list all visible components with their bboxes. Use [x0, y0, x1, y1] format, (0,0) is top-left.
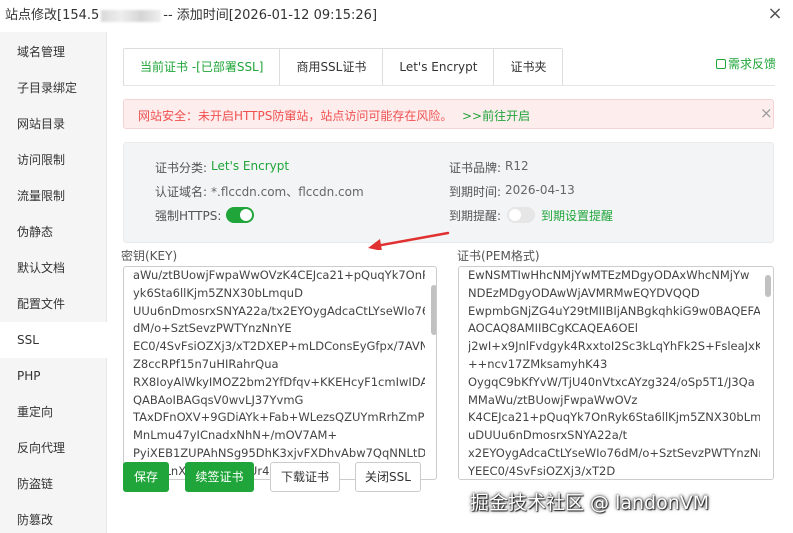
window-title-suffix: -- 添加时间[2026-01-12 09:15:26]	[163, 8, 378, 23]
sidebar-item-site-dir[interactable]: 网站目录	[0, 106, 107, 142]
toggle-knob	[509, 209, 521, 221]
security-alert: 网站安全：未开启HTTPS防窜站，站点访问可能存在风险。 >>前往开启 ×	[123, 99, 774, 129]
pem-text-line: EwpmbGNjZG4uY29tMIIBIjANBgkqhkiG9w0BAQEF…	[468, 303, 760, 318]
pem-text-line: NDEzMDgyODAwWjAVMRMwEQYDVQQD	[468, 285, 700, 300]
pem-text-line: x2EYOygAdcaCtLYseWIo76dM/o+SztSevzPWTYnz…	[468, 445, 760, 460]
key-text-line: dM/o+SztSevzPWTYnzNnYE	[133, 321, 292, 336]
key-text-line: UUu6nDmosrxSNYA22a/tx2EYOygAdcaCtLYseWIo…	[133, 303, 425, 318]
close-ssl-button[interactable]: 关闭SSL	[355, 462, 421, 492]
pem-text-line: OygqC9bKfYvW/TjU40nVtxcAYzg324/oSp5T1/J3…	[468, 374, 755, 389]
cert-category-value: Let's Encrypt	[211, 159, 290, 173]
sidebar-item-access-limit[interactable]: 访问限制	[0, 142, 107, 178]
sidebar-item-default-doc[interactable]: 默认文档	[0, 250, 107, 286]
key-text-line: EC0/4SvFsiOZXj3/xT2DXEP+mLDConsEyGfpx/7A…	[133, 339, 425, 354]
key-text-line: Z8ccRPf15n7uHIRahrQua	[133, 356, 279, 371]
key-scrollbar[interactable]	[431, 285, 436, 335]
key-label: 密钥(KEY)	[121, 249, 178, 263]
pem-text: EwNSMTIwHhcNMjYwMTEzMDgyODAxWhcNMjYw NDEz…	[468, 267, 760, 479]
sidebar-item-subdir[interactable]: 子目录绑定	[0, 70, 107, 106]
feedback-link[interactable]: 需求反馈	[716, 55, 776, 72]
key-textarea[interactable]: aWu/ztBUowjFwpaWwOVzK4CEJca21+pQuqYk7OnR…	[123, 266, 437, 480]
alert-text: 网站安全：未开启HTTPS防窜站，站点访问可能存在风险。	[138, 109, 453, 123]
tab-commercial-ssl[interactable]: 商用SSL证书	[280, 49, 384, 85]
window-title-prefix: 站点修改[154.5	[5, 8, 100, 23]
sidebar-item-reverse-proxy[interactable]: 反向代理	[0, 430, 107, 466]
redacted-ip	[101, 9, 162, 22]
watermark: 掘金技术社区 @ landonVM	[470, 492, 710, 514]
site-settings-window: 站点修改[154.5 -- 添加时间[2026-01-12 09:15:26] ×…	[0, 0, 793, 533]
tab-current-cert[interactable]: 当前证书 -[已部署SSL]	[124, 49, 281, 85]
cert-info-panel: 证书分类: Let's Encrypt 证书品牌: R12 认证域名: *.fl…	[123, 142, 774, 243]
renew-cert-button[interactable]: 续签证书	[185, 462, 254, 492]
cert-expiry-label: 到期时间:	[449, 185, 502, 199]
key-text-line: MnLmu47yICnadxNhN+/mOV7AM+	[133, 428, 338, 443]
sidebar-item-ssl[interactable]: SSL	[0, 322, 108, 358]
toggle-knob	[240, 209, 252, 221]
expiry-remind-link[interactable]: 到期设置提醒	[541, 207, 613, 224]
tab-cert-folder[interactable]: 证书夹	[494, 49, 563, 85]
sidebar-item-php[interactable]: PHP	[0, 358, 107, 394]
expiry-remind-label: 到期提醒:	[449, 209, 502, 223]
settings-sidebar: 域名管理 子目录绑定 网站目录 访问限制 流量限制 伪静态 默认文档 配置文件 …	[0, 32, 108, 533]
pem-scrollbar[interactable]	[765, 275, 771, 297]
pem-text-line: j2wI+x9JnlFvdgyk4RxxtoI2Sc3kLqYhFk2S+Fsl…	[468, 339, 760, 354]
tabs-divider	[123, 85, 775, 86]
alert-enable-link[interactable]: >>前往开启	[462, 107, 530, 124]
pem-text-line: EwNSMTIwHhcNMjYwMTEzMDgyODAxWhcNMjYw	[468, 268, 750, 282]
pem-label: 证书(PEM格式)	[457, 249, 540, 263]
key-text-line: PyiXEB1ZUPAhNSg95DhK3xjvFXDhvAbw7QqNNLtD…	[133, 445, 425, 460]
expiry-remind-toggle[interactable]	[507, 207, 535, 223]
sidebar-item-redirect[interactable]: 重定向	[0, 394, 107, 430]
feedback-label: 需求反馈	[728, 57, 777, 71]
pem-text-line: uDUUu6nDmosrxSNYA22a/t	[468, 428, 628, 443]
sidebar-item-config[interactable]: 配置文件	[0, 286, 107, 322]
pem-text-line: AOCAQ8AMIIBCgKCAQEA6OEl	[468, 321, 638, 336]
sidebar-item-tamper[interactable]: 防篡改	[0, 502, 107, 533]
download-cert-button[interactable]: 下载证书	[270, 462, 340, 492]
cert-domain-value: *.flccdn.com、flccdn.com	[211, 185, 364, 199]
sidebar-item-hotlink[interactable]: 防盗链	[0, 466, 107, 502]
key-text: aWu/ztBUowjFwpaWwOVzK4CEJca21+pQuqYk7OnR…	[133, 267, 425, 479]
feedback-icon	[716, 59, 726, 69]
window-title: 站点修改[154.5 -- 添加时间[2026-01-12 09:15:26]	[5, 4, 377, 23]
sidebar-item-traffic-limit[interactable]: 流量限制	[0, 178, 107, 214]
pem-text-line: ++ncv17ZMksamyhK43	[468, 356, 608, 371]
red-arrow-annotation	[368, 231, 450, 250]
close-window-icon[interactable]: ×	[765, 4, 785, 24]
pem-text-line: K4CEJca21+pQuqYk7OnRyk6Sta6llKjm5ZNX30bL…	[468, 410, 760, 425]
key-text-line: aWu/ztBUowjFwpaWwOVzK4CEJca21+pQuqYk7OnR	[133, 268, 425, 282]
cert-domain-label: 认证域名:	[155, 185, 208, 199]
cert-category-label: 证书分类:	[155, 161, 208, 175]
cert-expiry-value: 2026-04-13	[505, 183, 575, 197]
ssl-panel: 当前证书 -[已部署SSL] 商用SSL证书 Let's Encrypt 证书夹…	[107, 32, 793, 533]
title-bar: 站点修改[154.5 -- 添加时间[2026-01-12 09:15:26] ×	[0, 0, 793, 28]
force-https-toggle[interactable]	[226, 207, 254, 223]
key-text-line: TAxDFnOXV+9GDiAYk+Fab+WLezsQZUYmRrhZmP	[133, 410, 425, 425]
sidebar-item-rewrite[interactable]: 伪静态	[0, 214, 107, 250]
cert-brand-value: R12	[505, 159, 529, 173]
pem-text-line: YEEC0/4SvFsiOZXj3/xT2D	[468, 463, 616, 478]
cert-brand-label: 证书品牌:	[449, 161, 502, 175]
key-text-line: yk6Sta6llKjm5ZNX30bLmquD	[133, 285, 303, 300]
save-button[interactable]: 保存	[123, 462, 169, 492]
pem-text-line: MMaWu/ztBUowjFwpaWwOVz	[468, 392, 638, 407]
ssl-tabs: 当前证书 -[已部署SSL] 商用SSL证书 Let's Encrypt 证书夹	[123, 48, 564, 85]
key-text-line: QABAoIBAGqsV0wvLJ37YvmG	[133, 392, 304, 407]
force-https-label: 强制HTTPS:	[155, 209, 222, 223]
tab-lets-encrypt[interactable]: Let's Encrypt	[383, 49, 495, 85]
alert-close-icon[interactable]: ×	[760, 104, 773, 122]
key-text-line: RX8IoyAlWkyIMOZ2bm2YfDfqv+KKEHcyF1cmIwID…	[133, 374, 425, 389]
pem-textarea[interactable]: EwNSMTIwHhcNMjYwMTEzMDgyODAxWhcNMjYw NDEz…	[458, 266, 774, 480]
sidebar-item-domains[interactable]: 域名管理	[0, 34, 107, 70]
